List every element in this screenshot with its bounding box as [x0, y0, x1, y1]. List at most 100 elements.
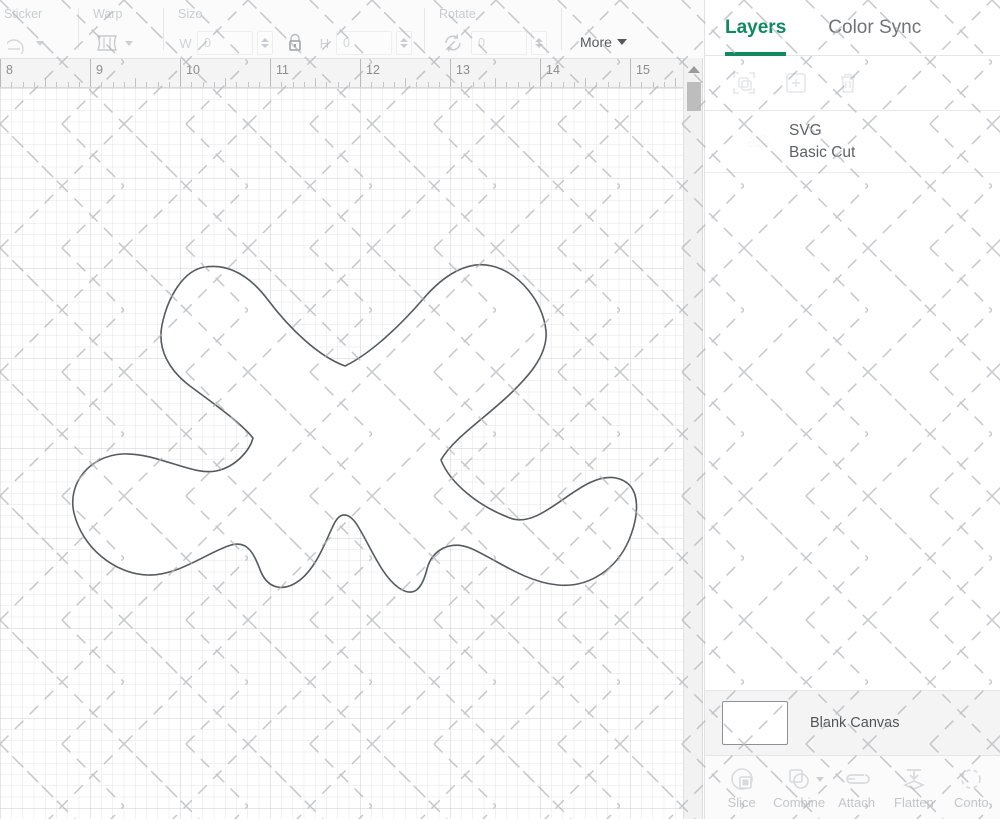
width-stepper[interactable]	[257, 31, 273, 55]
ruler-minor-tick	[371, 82, 373, 87]
width-stepper-down-icon[interactable]	[261, 44, 269, 48]
sticker-label: Sticker	[4, 7, 43, 21]
ruler-major-tick: 12	[360, 59, 380, 87]
combine-caret-icon[interactable]	[815, 776, 824, 782]
ruler-minor-tick	[135, 78, 136, 87]
design-canvas[interactable]	[0, 88, 683, 819]
height-label: H	[319, 35, 330, 51]
rotate-stepper-down-icon[interactable]	[535, 44, 543, 48]
size-lock-button[interactable]	[279, 33, 311, 53]
ruler-minor-tick	[33, 82, 35, 87]
scrollbar-thumb[interactable]	[687, 82, 701, 111]
canvas-color-swatch[interactable]	[722, 701, 788, 745]
ruler-minor-tick	[607, 82, 609, 87]
height-input[interactable]: 0	[336, 31, 392, 55]
ruler-minor-tick	[528, 82, 530, 87]
toolbar-group-rotate: Rotate 0	[425, 0, 547, 58]
canvas-vertical-scrollbar[interactable]	[683, 58, 703, 819]
delete-icon[interactable]	[835, 70, 861, 96]
ruler-minor-tick	[168, 82, 170, 87]
ruler-minor-tick	[202, 82, 204, 87]
ruler-minor-tick	[303, 82, 305, 87]
layer-tools-row	[705, 56, 1000, 111]
height-stepper-up-icon[interactable]	[400, 38, 408, 42]
rotate-input[interactable]: 0	[471, 31, 527, 55]
ruler-label: 15	[636, 63, 650, 77]
scroll-up-arrow-icon[interactable]	[688, 66, 700, 73]
flatten-button[interactable]: Flatten	[885, 756, 942, 819]
ruler-label: 11	[276, 63, 289, 77]
warp-icon[interactable]	[93, 31, 121, 55]
layer-subtitle: Basic Cut	[789, 143, 856, 161]
warp-label: Warp	[93, 7, 123, 21]
ruler-minor-tick	[472, 82, 474, 87]
ruler-label: 14	[546, 63, 560, 77]
slice-icon	[729, 766, 755, 792]
rotate-stepper-up-icon[interactable]	[535, 38, 543, 42]
slice-label: Slice	[727, 794, 756, 810]
sticker-caret-icon[interactable]	[36, 40, 44, 46]
ruler-minor-tick	[281, 82, 283, 87]
ruler-minor-tick	[247, 82, 249, 87]
list-item[interactable]: SVG Basic Cut	[705, 111, 1000, 173]
slice-button[interactable]: Slice	[713, 756, 770, 819]
ruler-major-tick: 10	[180, 59, 200, 87]
attach-button[interactable]: Attach	[828, 756, 885, 819]
rotate-icon[interactable]	[439, 31, 467, 55]
ruler-minor-tick	[461, 82, 463, 87]
contour-label: Conto	[953, 794, 989, 810]
ruler-minor-tick	[483, 82, 485, 87]
panel-divider	[704, 0, 705, 819]
combine-button[interactable]: Combine	[770, 756, 827, 819]
ruler-minor-tick	[101, 82, 103, 87]
ruler-minor-tick	[618, 82, 620, 87]
ruler-minor-tick	[123, 82, 125, 87]
ruler-minor-tick	[213, 82, 215, 87]
x-cross-shape[interactable]	[0, 88, 683, 819]
ruler-minor-tick	[438, 82, 440, 87]
size-label: Size	[178, 7, 203, 21]
rotate-stepper[interactable]	[531, 31, 547, 55]
ruler-minor-tick	[315, 78, 316, 87]
ruler-minor-tick	[11, 82, 13, 87]
height-stepper-down-icon[interactable]	[400, 44, 408, 48]
ruler-minor-tick	[675, 78, 676, 87]
ruler-minor-tick	[405, 78, 406, 87]
horizontal-ruler[interactable]: 8 9 10 11 12 13 14 15	[0, 58, 683, 88]
blank-canvas-row[interactable]: Blank Canvas	[705, 690, 1000, 755]
ruler-minor-tick	[573, 82, 575, 87]
width-input[interactable]: 0	[197, 31, 253, 55]
top-toolbar: Sticker Warp Size W 0 H 0 Rotate 0 More	[0, 0, 708, 58]
flatten-icon	[901, 766, 927, 792]
ruler-minor-tick	[236, 82, 238, 87]
ruler-minor-tick	[225, 78, 226, 87]
tab-layers[interactable]: Layers	[725, 0, 787, 56]
sticker-icon[interactable]	[4, 31, 32, 55]
ruler-minor-tick	[22, 82, 24, 87]
ruler-label: 12	[366, 63, 380, 77]
ruler-minor-tick	[551, 82, 553, 87]
height-stepper[interactable]	[396, 31, 412, 55]
more-label: More	[580, 34, 612, 50]
ruler-minor-tick	[652, 82, 654, 87]
ruler-major-tick: 14	[540, 59, 560, 87]
attach-icon	[843, 766, 871, 792]
ruler-minor-tick	[506, 82, 508, 87]
width-stepper-up-icon[interactable]	[261, 38, 269, 42]
ruler-minor-tick	[416, 82, 418, 87]
ruler-minor-tick	[78, 82, 80, 87]
ruler-minor-tick	[67, 82, 69, 87]
design-space-app: Sticker Warp Size W 0 H 0 Rotate 0 More …	[0, 0, 1000, 819]
toolbar-group-warp: Warp	[79, 0, 163, 58]
ruler-label: 10	[186, 63, 200, 77]
duplicate-icon[interactable]	[783, 70, 809, 96]
combine-label: Combine	[773, 794, 826, 810]
select-all-icon[interactable]	[731, 70, 757, 96]
warp-caret-icon[interactable]	[125, 40, 133, 46]
rotate-label: Rotate	[439, 7, 476, 21]
contour-button[interactable]: Conto	[943, 756, 1000, 819]
ruler-major-tick: 13	[450, 59, 470, 87]
more-button[interactable]: More	[572, 30, 635, 54]
tab-color-sync[interactable]: Color Sync	[828, 0, 921, 56]
layer-title: SVG	[789, 121, 822, 139]
